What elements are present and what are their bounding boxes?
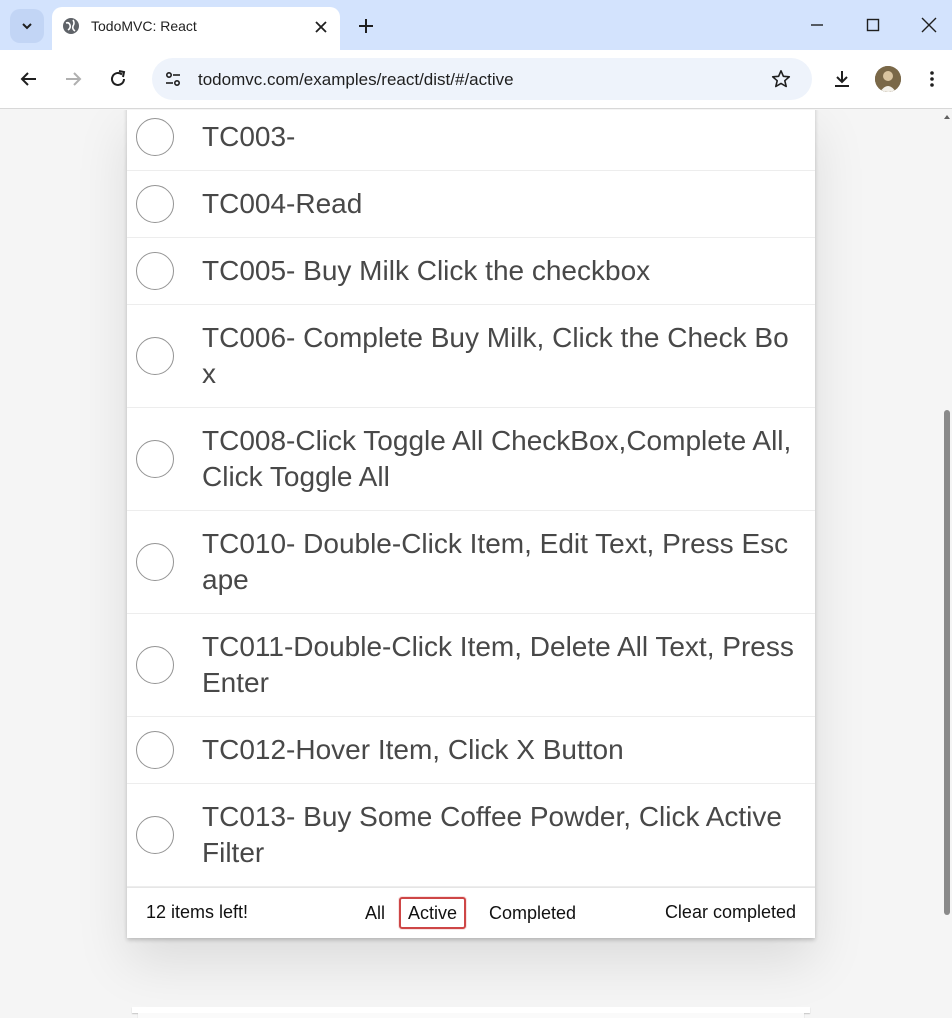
address-bar[interactable]: todomvc.com/examples/react/dist/#/active xyxy=(152,58,812,100)
filter-all[interactable]: All xyxy=(357,897,393,929)
browser-tab[interactable]: TodoMVC: React xyxy=(52,7,340,50)
todo-item[interactable]: TC005- Buy Milk Click the checkbox xyxy=(127,238,815,305)
todo-app: TC003- TC004-Read TC005- Buy Milk Click th… xyxy=(127,110,815,938)
filter-completed[interactable]: Completed xyxy=(481,897,584,929)
filter-active[interactable]: Active xyxy=(399,897,467,929)
chevron-down-icon xyxy=(22,23,32,30)
todo-footer: 12 items left! All Active Completed Clea… xyxy=(127,887,815,938)
scroll-up-arrow-icon[interactable] xyxy=(942,112,952,122)
plus-icon xyxy=(359,19,373,33)
arrow-left-icon xyxy=(20,72,36,86)
scrollbar[interactable] xyxy=(942,110,952,1018)
todo-toggle-checkbox[interactable] xyxy=(136,337,174,375)
profile-avatar[interactable] xyxy=(875,66,901,92)
forward-button[interactable] xyxy=(56,62,90,96)
todo-toggle-checkbox[interactable] xyxy=(136,731,174,769)
todo-toggle-checkbox[interactable] xyxy=(136,118,174,156)
page-viewport: TC003- TC004-Read TC005- Buy Milk Click th… xyxy=(0,110,952,1018)
todo-item[interactable]: TC010- Double-Click Item, Edit Text, Pre… xyxy=(127,511,815,614)
reload-button[interactable] xyxy=(101,62,135,96)
tab-search-button[interactable] xyxy=(10,9,44,43)
close-icon xyxy=(921,17,937,33)
star-icon xyxy=(771,70,791,88)
todo-item[interactable]: TC008-Click Toggle All CheckBox,Complete… xyxy=(127,408,815,511)
todo-item[interactable]: TC004-Read xyxy=(127,171,815,238)
globe-icon xyxy=(63,18,79,34)
todo-label[interactable]: TC005- Buy Milk Click the checkbox xyxy=(127,238,815,304)
avatar-icon xyxy=(875,66,901,92)
kebab-menu-icon xyxy=(930,71,934,87)
todo-label[interactable]: TC008-Click Toggle All CheckBox,Complete… xyxy=(127,408,815,510)
todo-toggle-checkbox[interactable] xyxy=(136,440,174,478)
reload-icon xyxy=(111,70,126,86)
todo-label[interactable]: TC012-Hover Item, Click X Button xyxy=(127,717,815,783)
todo-item[interactable]: TC013- Buy Some Coffee Powder, Click Act… xyxy=(127,784,815,887)
maximize-icon xyxy=(866,18,880,32)
todo-label[interactable]: TC013- Buy Some Coffee Powder, Click Act… xyxy=(127,784,815,886)
todo-label[interactable]: TC011-Double-Click Item, Delete All Text… xyxy=(127,614,815,716)
todo-toggle-checkbox[interactable] xyxy=(136,646,174,684)
todo-label[interactable]: TC004-Read xyxy=(127,171,815,237)
todo-list: TC003- TC004-Read TC005- Buy Milk Click th… xyxy=(127,110,815,887)
todo-item[interactable]: TC003- xyxy=(127,110,815,171)
maximize-button[interactable] xyxy=(856,10,890,40)
todo-label[interactable]: TC010- Double-Click Item, Edit Text, Pre… xyxy=(127,511,815,613)
close-window-button[interactable] xyxy=(912,10,946,40)
todo-item[interactable]: TC006- Complete Buy Milk, Click the Chec… xyxy=(127,305,815,408)
stack-shadow xyxy=(138,1013,804,1018)
minimize-icon xyxy=(811,24,823,26)
site-info-button[interactable] xyxy=(158,64,188,94)
todo-toggle-checkbox[interactable] xyxy=(136,185,174,223)
todo-toggle-checkbox[interactable] xyxy=(136,252,174,290)
arrow-right-icon xyxy=(66,72,82,86)
close-icon xyxy=(315,21,327,33)
todo-item[interactable]: TC012-Hover Item, Click X Button xyxy=(127,717,815,784)
url-text: todomvc.com/examples/react/dist/#/active xyxy=(198,70,514,89)
back-button[interactable] xyxy=(12,62,46,96)
tab-close-button[interactable] xyxy=(310,16,332,38)
tune-icon xyxy=(165,71,181,87)
minimize-button[interactable] xyxy=(800,10,834,40)
menu-button[interactable] xyxy=(915,62,949,96)
new-tab-button[interactable] xyxy=(352,12,380,40)
todo-count: 12 items left! xyxy=(146,902,249,922)
scroll-thumb[interactable] xyxy=(944,410,950,915)
todo-toggle-checkbox[interactable] xyxy=(136,543,174,581)
downloads-button[interactable] xyxy=(825,62,859,96)
download-icon xyxy=(835,71,849,87)
todo-toggle-checkbox[interactable] xyxy=(136,816,174,854)
todo-label[interactable]: TC003- xyxy=(127,110,815,170)
clear-completed-button[interactable]: Clear completed xyxy=(665,902,796,923)
bookmark-button[interactable] xyxy=(766,64,796,94)
tab-title: TodoMVC: React xyxy=(91,18,197,34)
browser-toolbar: todomvc.com/examples/react/dist/#/active xyxy=(0,50,952,109)
tab-strip: TodoMVC: React xyxy=(0,0,952,50)
todo-item[interactable]: TC011-Double-Click Item, Delete All Text… xyxy=(127,614,815,717)
todo-label[interactable]: TC006- Complete Buy Milk, Click the Chec… xyxy=(127,305,815,407)
